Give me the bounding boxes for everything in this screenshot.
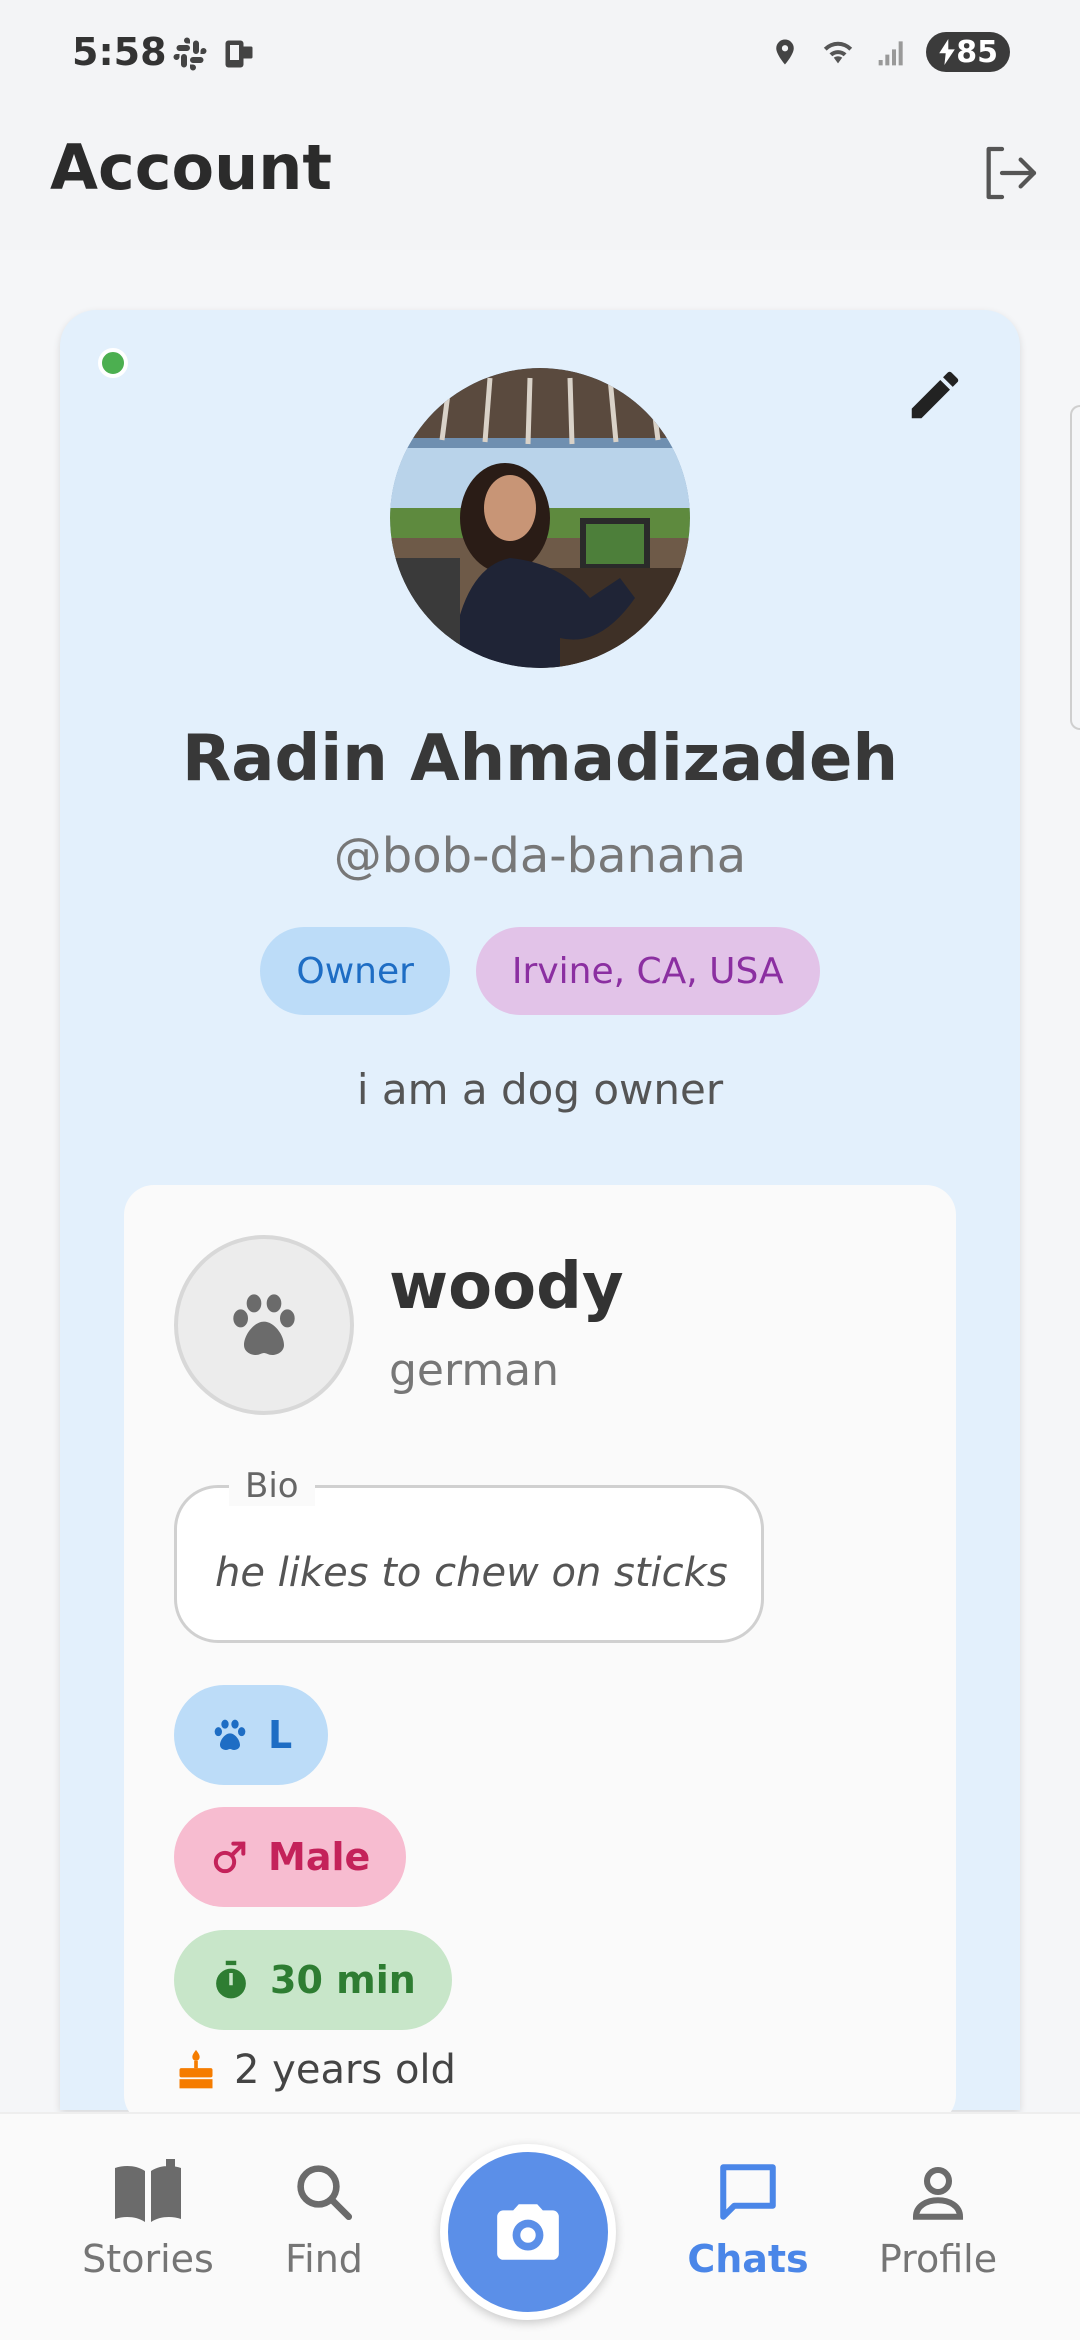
profile-tagline: i am a dog owner [356,1065,724,1114]
status-right: 85 [770,32,1010,72]
logout-icon [986,146,1037,200]
location-icon [776,39,794,65]
bio-label: Bio [229,1466,315,1506]
walk-duration-chip: 30 min [174,1930,452,2030]
slack-icon [173,37,207,71]
logout-button[interactable] [970,133,1050,213]
device-icon [225,40,253,68]
page-title: Account [50,131,332,204]
search-icon [297,2165,353,2221]
profile-card: Radin Ahmadizadeh @bob-da-banana Owner I… [60,310,1020,2125]
size-chip: L [174,1685,329,1785]
nav-profile[interactable]: Profile [848,2159,1028,2281]
age-row: 2 years old [174,2047,456,2093]
bottom-nav: Stories Find Chats Profile [0,2112,1080,2340]
nav-find[interactable]: Find [234,2159,414,2281]
book-icon [115,2159,181,2222]
paw-icon [233,1294,295,1355]
scroll-handle[interactable] [1070,405,1080,730]
timer-icon [216,1960,246,1999]
status-app-icons [172,36,258,72]
gender-chip: Male [174,1807,407,1907]
pet-name: woody [389,1250,624,1324]
signal-icon [878,41,903,66]
wifi-icon [824,41,853,64]
bio-text: he likes to chew on sticks [215,1550,728,1596]
person-icon [912,2166,964,2220]
app-bar: Account [0,105,1080,250]
profile-handle: @bob-da-banana [333,828,747,884]
profile-name: Radin Ahmadizadeh [182,722,898,796]
gender-label: Male [268,1835,371,1879]
avatar[interactable] [390,368,690,668]
pet-breed: german [389,1345,560,1396]
paw-icon [214,1719,246,1750]
pencil-icon [911,371,959,419]
cake-icon [179,2049,213,2089]
status-bar: 5:58 85 [0,0,1080,105]
male-icon [213,1841,246,1874]
nav-stories[interactable]: Stories [58,2159,238,2281]
nav-find-label: Find [285,2237,363,2281]
chat-icon [720,2164,776,2220]
bio-box: Bio he likes to chew on sticks [174,1466,764,1643]
battery-charging-icon [939,39,956,65]
nav-profile-label: Profile [878,2237,998,2281]
online-status-dot [98,348,128,378]
pet-avatar [174,1235,354,1415]
size-label: L [268,1713,293,1757]
edit-profile-button[interactable] [900,360,970,430]
battery-level: 85 [956,34,998,70]
status-time: 5:58 [72,30,167,74]
profile-chips: Owner Irvine, CA, USA [60,927,1020,1015]
battery-indicator: 85 [926,32,1010,72]
role-chip: Owner [260,927,450,1015]
avatar-photo [390,368,690,668]
nav-stories-label: Stories [82,2237,214,2281]
age-label: 2 years old [234,2047,456,2093]
camera-icon [497,2204,559,2260]
pet-card[interactable]: woody german Bio he likes to chew on sti… [124,1185,956,2125]
nav-chats-label: Chats [687,2237,809,2281]
camera-button[interactable] [440,2144,616,2320]
walk-duration-label: 30 min [270,1958,416,2002]
location-chip: Irvine, CA, USA [475,927,820,1015]
nav-chats[interactable]: Chats [658,2159,838,2281]
